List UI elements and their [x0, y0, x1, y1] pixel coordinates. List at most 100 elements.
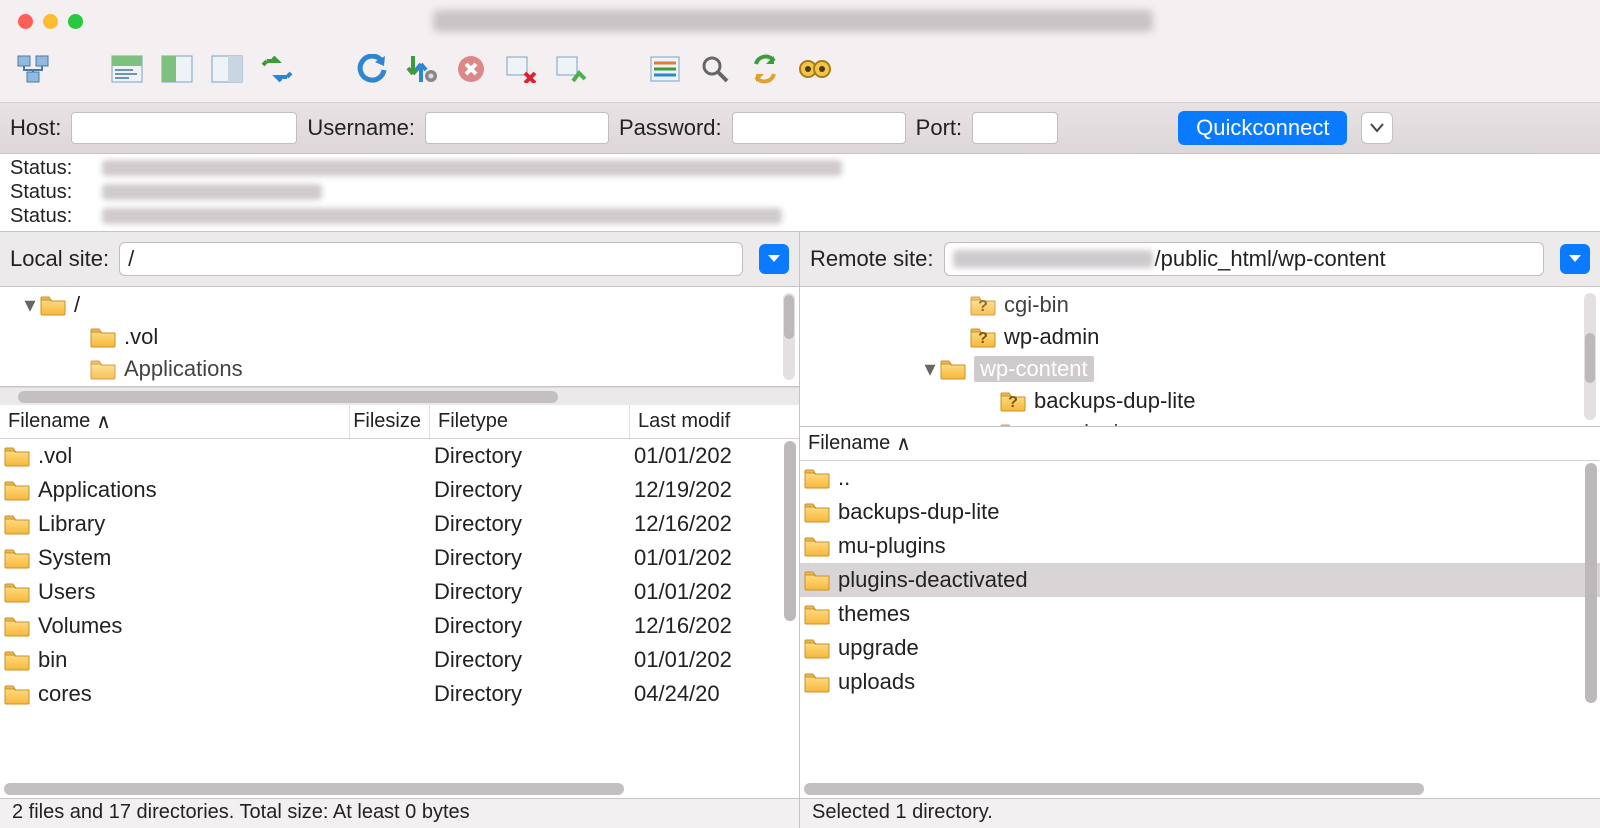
tree-item-label: cgi-bin: [1004, 292, 1069, 318]
scrollbar[interactable]: [783, 293, 795, 380]
scrollbar[interactable]: [1584, 293, 1596, 420]
file-row[interactable]: coresDirectory04/24/20: [0, 677, 799, 711]
tree-item[interactable]: ? backups-dup-lite: [800, 385, 1600, 417]
local-file-list[interactable]: Filename∧ Filesize Filetype Last modif .…: [0, 405, 799, 798]
toggle-remote-tree-button[interactable]: [204, 48, 250, 90]
file-modified: 01/01/202: [630, 647, 799, 673]
file-modified: 01/01/202: [630, 579, 799, 605]
file-row[interactable]: UsersDirectory01/01/202: [0, 575, 799, 609]
chevron-icon[interactable]: ▾: [20, 292, 40, 318]
tree-item[interactable]: .vol: [0, 321, 799, 353]
tree-item[interactable]: ▾ wp-content: [800, 353, 1600, 385]
file-name: upgrade: [838, 635, 919, 661]
log-status-label: Status:: [10, 205, 102, 228]
file-row[interactable]: ApplicationsDirectory12/19/202: [0, 473, 799, 507]
cancel-button[interactable]: [448, 48, 494, 90]
file-name: System: [38, 545, 111, 571]
file-type: Directory: [430, 443, 630, 469]
port-label: Port:: [916, 115, 962, 141]
local-status-footer: 2 files and 17 directories. Total size: …: [0, 798, 799, 828]
file-row[interactable]: VolumesDirectory12/16/202: [0, 609, 799, 643]
remote-site-dropdown[interactable]: [1560, 244, 1590, 274]
col-filetype[interactable]: Filetype: [430, 405, 630, 438]
log-status-label: Status:: [10, 181, 102, 204]
quickconnect-history-dropdown[interactable]: [1361, 112, 1393, 144]
svg-text:?: ?: [1008, 394, 1018, 411]
file-modified: 01/01/202: [630, 443, 799, 469]
col-filesize[interactable]: Filesize: [350, 405, 430, 438]
main-toolbar: [0, 42, 1600, 102]
local-site-dropdown[interactable]: [759, 244, 789, 274]
file-modified: 12/16/202: [630, 511, 799, 537]
col-last-modified[interactable]: Last modif: [630, 405, 799, 438]
refresh-button[interactable]: [348, 48, 394, 90]
sync-button[interactable]: [742, 48, 788, 90]
remote-site-path-input[interactable]: /public_html/wp-content: [944, 242, 1545, 276]
tree-item[interactable]: ▾ /: [0, 289, 799, 321]
remote-directory-tree[interactable]: ? cgi-bin ? wp-admin▾ wp-content ? backu…: [800, 287, 1600, 427]
search-button[interactable]: [692, 48, 738, 90]
local-list-header: Filename∧ Filesize Filetype Last modif: [0, 405, 799, 439]
find-button[interactable]: [792, 48, 838, 90]
file-name: Library: [38, 511, 105, 537]
process-queue-button[interactable]: [398, 48, 444, 90]
toggle-local-tree-button[interactable]: [154, 48, 200, 90]
remote-pane: Remote site: /public_html/wp-content ? c…: [800, 232, 1600, 828]
file-name: bin: [38, 647, 67, 673]
scrollbar[interactable]: [0, 387, 799, 405]
file-row[interactable]: upgrade: [800, 631, 1600, 665]
file-row[interactable]: plugins-deactivated: [800, 563, 1600, 597]
local-site-bar: Local site: /: [0, 232, 799, 287]
col-filename[interactable]: Filename∧: [800, 427, 1600, 460]
window-minimize-button[interactable]: [43, 14, 58, 29]
password-input[interactable]: [732, 112, 906, 144]
tree-item[interactable]: Applications: [0, 353, 799, 385]
file-name: uploads: [838, 669, 915, 695]
reconnect-button[interactable]: [548, 48, 594, 90]
file-name: Users: [38, 579, 95, 605]
tree-item-label: wp-admin: [1004, 324, 1099, 350]
tree-item[interactable]: ? wp-admin: [800, 321, 1600, 353]
workspace: Local site: / ▾ / .vol Applications File…: [0, 232, 1600, 828]
site-manager-button[interactable]: [10, 48, 56, 90]
scrollbar[interactable]: [804, 782, 1580, 796]
file-row[interactable]: ..: [800, 461, 1600, 495]
file-row[interactable]: themes: [800, 597, 1600, 631]
col-filename[interactable]: Filename∧: [0, 405, 350, 438]
toggle-log-button[interactable]: [104, 48, 150, 90]
password-label: Password:: [619, 115, 722, 141]
tree-item[interactable]: ? cgi-bin: [800, 289, 1600, 321]
file-row[interactable]: LibraryDirectory12/16/202: [0, 507, 799, 541]
local-site-path-input[interactable]: /: [119, 242, 743, 276]
file-name: Applications: [38, 477, 157, 503]
file-row[interactable]: .volDirectory01/01/202: [0, 439, 799, 473]
tree-item[interactable]: ? mu-plugins: [800, 417, 1600, 427]
host-input[interactable]: [71, 112, 297, 144]
file-name: Volumes: [38, 613, 122, 639]
file-row[interactable]: uploads: [800, 665, 1600, 699]
file-row[interactable]: SystemDirectory01/01/202: [0, 541, 799, 575]
file-row[interactable]: mu-plugins: [800, 529, 1600, 563]
username-input[interactable]: [425, 112, 609, 144]
file-type: Directory: [430, 681, 630, 707]
window-close-button[interactable]: [18, 14, 33, 29]
scrollbar[interactable]: [1585, 463, 1597, 703]
quickconnect-button[interactable]: Quickconnect: [1178, 111, 1347, 145]
scrollbar[interactable]: [784, 441, 796, 621]
scrollbar[interactable]: [4, 782, 779, 796]
chevron-icon[interactable]: ▾: [920, 356, 940, 382]
file-row[interactable]: bin Directory01/01/202: [0, 643, 799, 677]
remote-file-list[interactable]: Filename∧ .. backups-dup-lite mu-plugins…: [800, 427, 1600, 798]
toggle-queue-button[interactable]: [254, 48, 300, 90]
port-input[interactable]: [972, 112, 1058, 144]
remote-site-bar: Remote site: /public_html/wp-content: [800, 232, 1600, 287]
message-log[interactable]: Status: Status: Status:: [0, 154, 1600, 232]
filter-button[interactable]: [642, 48, 688, 90]
tree-item-label: .vol: [124, 324, 158, 350]
local-directory-tree[interactable]: ▾ / .vol Applications: [0, 287, 799, 387]
file-type: Directory: [430, 647, 630, 673]
tree-item-label: backups-dup-lite: [1034, 388, 1195, 414]
disconnect-button[interactable]: [498, 48, 544, 90]
file-row[interactable]: backups-dup-lite: [800, 495, 1600, 529]
window-zoom-button[interactable]: [68, 14, 83, 29]
